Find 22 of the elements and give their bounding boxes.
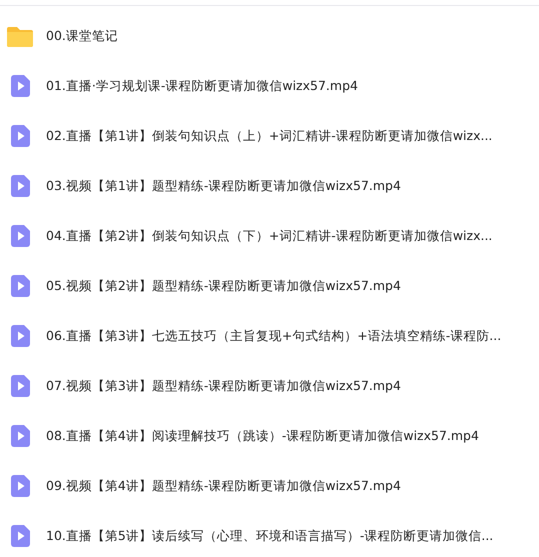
video-file-icon — [10, 525, 30, 547]
file-name[interactable]: 04.直播【第2讲】倒装句知识点（下）+词汇精讲-课程防断更请加微信wizx... — [46, 228, 492, 244]
video-file-icon — [10, 425, 30, 447]
file-name[interactable]: 07.视频【第3讲】题型精练-课程防断更请加微信wizx57.mp4 — [46, 378, 401, 394]
file-name[interactable]: 02.直播【第1讲】倒装句知识点（上）+词汇精讲-课程防断更请加微信wizx... — [46, 128, 492, 144]
video-file-icon — [10, 125, 30, 147]
video-file-icon — [10, 275, 30, 297]
file-name[interactable]: 08.直播【第4讲】阅读理解技巧（跳读）-课程防断更请加微信wizx57.mp4 — [46, 428, 479, 444]
file-name[interactable]: 09.视频【第4讲】题型精练-课程防断更请加微信wizx57.mp4 — [46, 478, 401, 494]
video-file-icon — [10, 375, 30, 397]
file-name[interactable]: 05.视频【第2讲】题型精练-课程防断更请加微信wizx57.mp4 — [46, 278, 401, 294]
video-file-icon — [10, 325, 30, 347]
file-name[interactable]: 10.直播【第5讲】读后续写（心理、环境和语言描写）-课程防断更请加微信... — [46, 528, 494, 544]
video-file-icon — [10, 475, 30, 497]
file-name[interactable]: 03.视频【第1讲】题型精练-课程防断更请加微信wizx57.mp4 — [46, 178, 401, 194]
folder-icon — [7, 25, 33, 47]
file-name[interactable]: 00.课堂笔记 — [46, 28, 118, 44]
video-file-icon — [10, 175, 30, 197]
video-file-icon — [10, 75, 30, 97]
video-file-icon — [10, 225, 30, 247]
file-name[interactable]: 01.直播·学习规划课-课程防断更请加微信wizx57.mp4 — [46, 78, 358, 94]
file-name[interactable]: 06.直播【第3讲】七选五技巧（主旨复现+句式结构）+语法填空精练-课程防... — [46, 328, 502, 344]
